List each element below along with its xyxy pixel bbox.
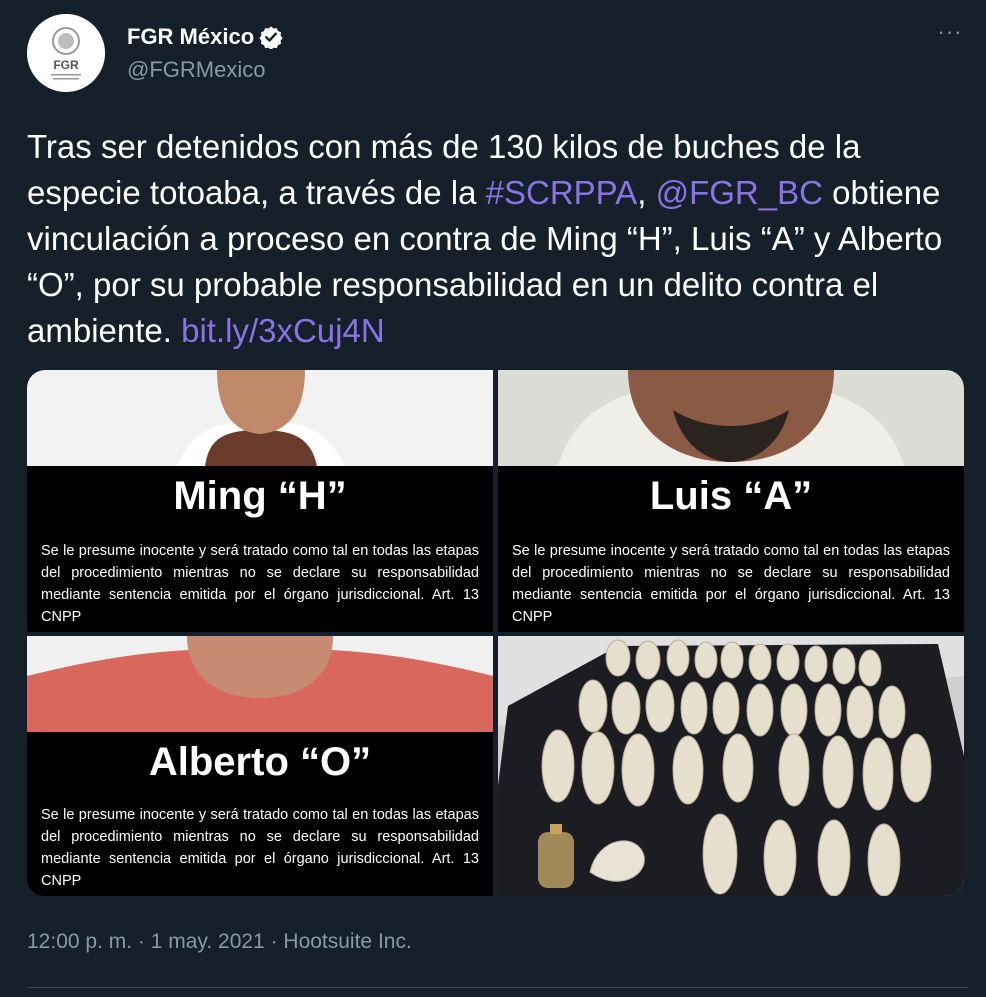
mugshot-image: [27, 370, 493, 466]
author-name-row[interactable]: FGR México: [127, 24, 283, 50]
avatar[interactable]: FGR: [27, 14, 105, 92]
hashtag-link[interactable]: #SCRPPA: [486, 174, 638, 211]
tweet-timestamp[interactable]: 12:00 p. m. · 1 may. 2021 · Hootsuite In…: [27, 930, 412, 954]
tweet-text-part: ,: [637, 174, 656, 211]
tweet-text: Tras ser detenidos con más de 130 kilos …: [27, 124, 967, 354]
caption-area: Ming “H” Se le presume inocente y será t…: [27, 466, 493, 632]
presumption-notice: Se le presume inocente y será tratado co…: [512, 543, 950, 625]
media-photo-ming[interactable]: Ming “H” Se le presume inocente y será t…: [27, 370, 493, 632]
url-link[interactable]: bit.ly/3xCuj4N: [181, 312, 385, 349]
alias-label: Luis “A”: [649, 474, 813, 518]
divider: [27, 987, 968, 988]
media-photo-alberto[interactable]: Alberto “O” Se le presume inocente y ser…: [27, 636, 493, 896]
mention-link[interactable]: @FGR_BC: [656, 174, 823, 211]
caption-area: Alberto “O” Se le presume inocente y ser…: [27, 732, 493, 896]
display-name[interactable]: FGR México: [127, 24, 254, 50]
author-handle[interactable]: @FGRMexico: [127, 57, 265, 83]
verified-badge-icon: [259, 26, 283, 49]
presumption-notice: Se le presume inocente y será tratado co…: [41, 543, 479, 625]
media-photo-totoaba-bladders[interactable]: [498, 636, 964, 896]
caption-area: Luis “A” Se le presume inocente y será t…: [498, 466, 964, 632]
media-grid[interactable]: Ming “H” Se le presume inocente y será t…: [27, 370, 964, 896]
media-photo-luis[interactable]: Luis “A” Se le presume inocente y será t…: [498, 370, 964, 632]
mugshot-image: [27, 636, 493, 732]
avatar-text: FGR: [53, 58, 79, 72]
more-options-icon[interactable]: ···: [932, 21, 968, 48]
alias-label: Alberto “O”: [148, 740, 372, 784]
presumption-notice: Se le presume inocente y será tratado co…: [41, 807, 479, 889]
seized-bladders-image: [498, 636, 964, 896]
alias-label: Ming “H”: [173, 474, 347, 518]
mugshot-image: [498, 370, 964, 466]
fgr-logo-icon: FGR: [27, 14, 105, 92]
